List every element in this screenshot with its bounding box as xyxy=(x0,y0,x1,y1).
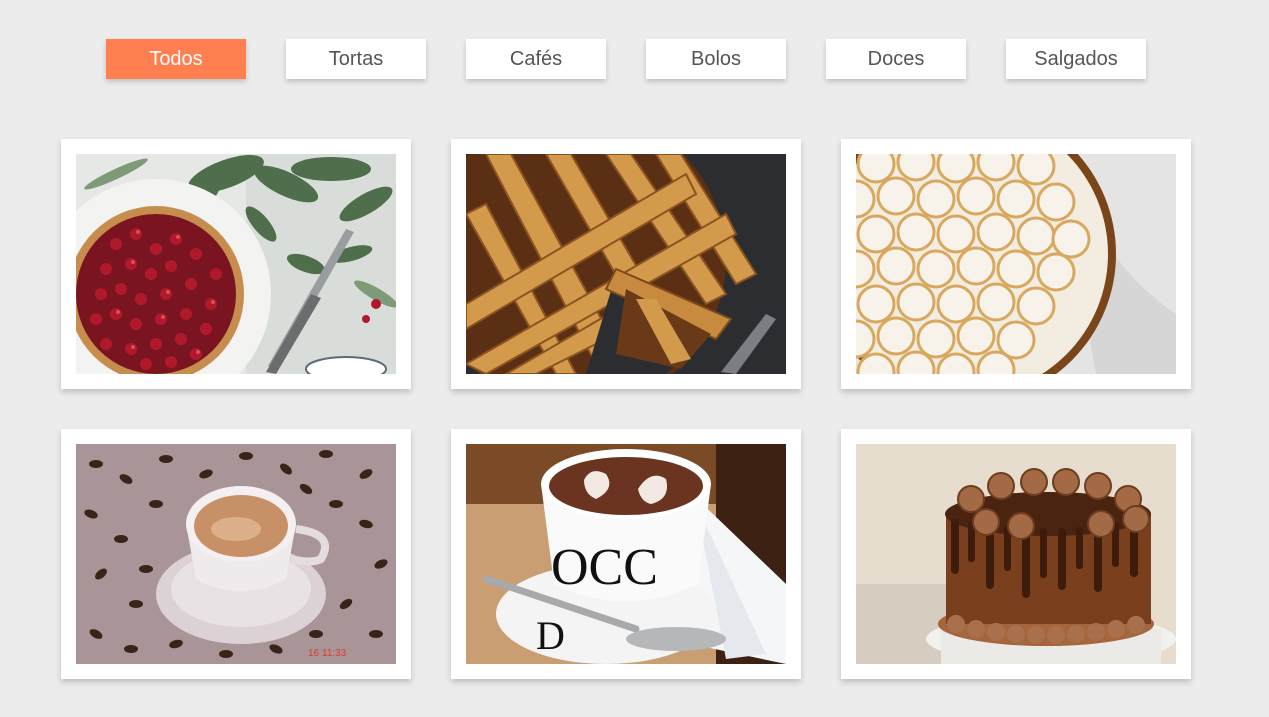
filter-salgados-button[interactable]: Salgados xyxy=(1006,39,1146,79)
filter-todos-button[interactable]: Todos xyxy=(106,39,246,79)
filter-doces-button[interactable]: Doces xyxy=(826,39,966,79)
photo-timestamp-label: 16 11:33 xyxy=(308,648,347,659)
gallery-card-meringue-tart[interactable] xyxy=(841,139,1191,389)
meringue-tart-image xyxy=(856,154,1176,374)
gallery-card-cocoa-latte[interactable]: D OCC xyxy=(451,429,801,679)
lattice-pie-image xyxy=(466,154,786,374)
svg-text:OCC: OCC xyxy=(551,539,658,596)
gallery-card-cranberry-tart[interactable] xyxy=(61,139,411,389)
gallery-card-chocolate-cake[interactable] xyxy=(841,429,1191,679)
filter-cafes-button[interactable]: Cafés xyxy=(466,39,606,79)
gallery-card-coffee-cup[interactable]: 16 11:33 xyxy=(61,429,411,679)
cocoa-latte-image: D OCC xyxy=(466,444,786,664)
page: Todos Tortas Cafés Bolos Doces Salgados xyxy=(0,0,1269,717)
chocolate-cake-image xyxy=(856,444,1176,664)
filter-bar: Todos Tortas Cafés Bolos Doces Salgados xyxy=(106,39,1146,79)
svg-text:D: D xyxy=(536,613,565,658)
filter-bolos-button[interactable]: Bolos xyxy=(646,39,786,79)
gallery-card-lattice-pie[interactable] xyxy=(451,139,801,389)
filter-tortas-button[interactable]: Tortas xyxy=(286,39,426,79)
gallery-grid: 16 11:33 D OCC xyxy=(61,139,1191,679)
cranberry-tart-image xyxy=(76,154,396,374)
coffee-cup-image: 16 11:33 xyxy=(76,444,396,664)
